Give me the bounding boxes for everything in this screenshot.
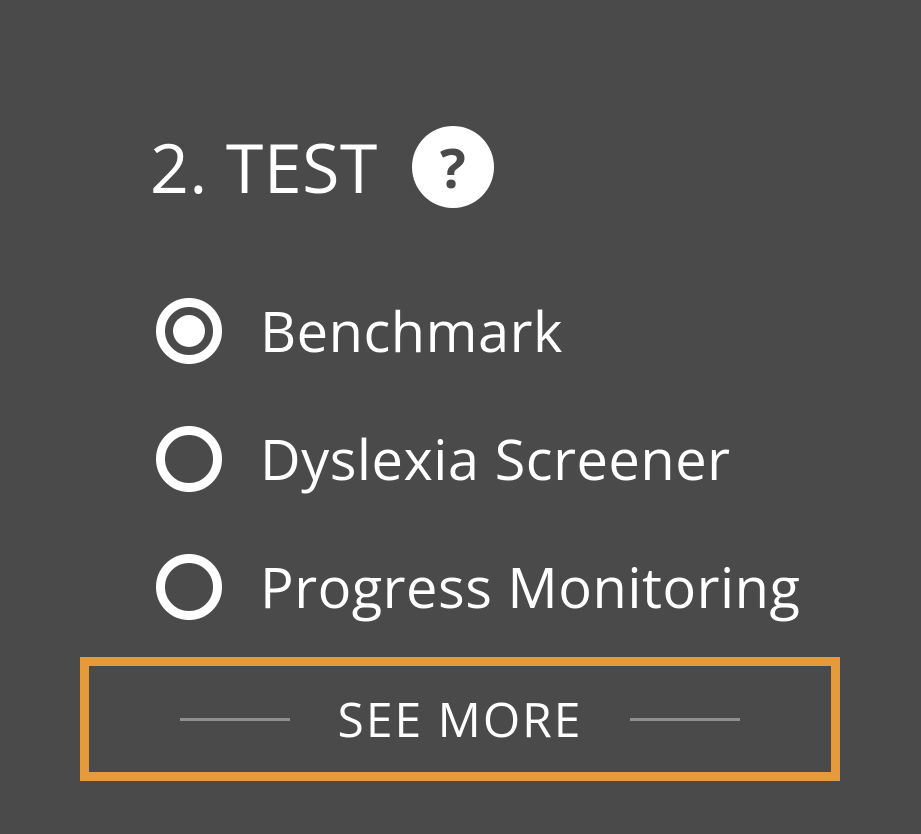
see-more-container: SEE MORE	[80, 657, 841, 781]
option-label: Benchmark	[260, 293, 563, 369]
radio-icon	[156, 554, 222, 620]
options-list: Benchmark Dyslexia Screener Progress Mon…	[150, 293, 841, 625]
heading-row: 2. TEST ?	[150, 120, 841, 213]
see-more-label: SEE MORE	[338, 687, 583, 752]
radio-selected-dot	[173, 315, 205, 347]
section-heading: 2. TEST	[150, 120, 378, 213]
radio-icon	[156, 426, 222, 492]
option-benchmark[interactable]: Benchmark	[156, 293, 841, 369]
divider-line-right	[630, 718, 740, 721]
help-button[interactable]: ?	[412, 126, 494, 208]
divider-line-left	[180, 718, 290, 721]
radio-icon	[156, 298, 222, 364]
see-more-button[interactable]: SEE MORE	[80, 657, 840, 781]
option-dyslexia-screener[interactable]: Dyslexia Screener	[156, 421, 841, 497]
help-icon: ?	[440, 140, 466, 194]
option-label: Progress Monitoring	[260, 549, 800, 625]
option-label: Dyslexia Screener	[260, 421, 731, 497]
test-section: 2. TEST ? Benchmark Dyslexia Screener Pr…	[0, 0, 921, 781]
option-progress-monitoring[interactable]: Progress Monitoring	[156, 549, 841, 625]
